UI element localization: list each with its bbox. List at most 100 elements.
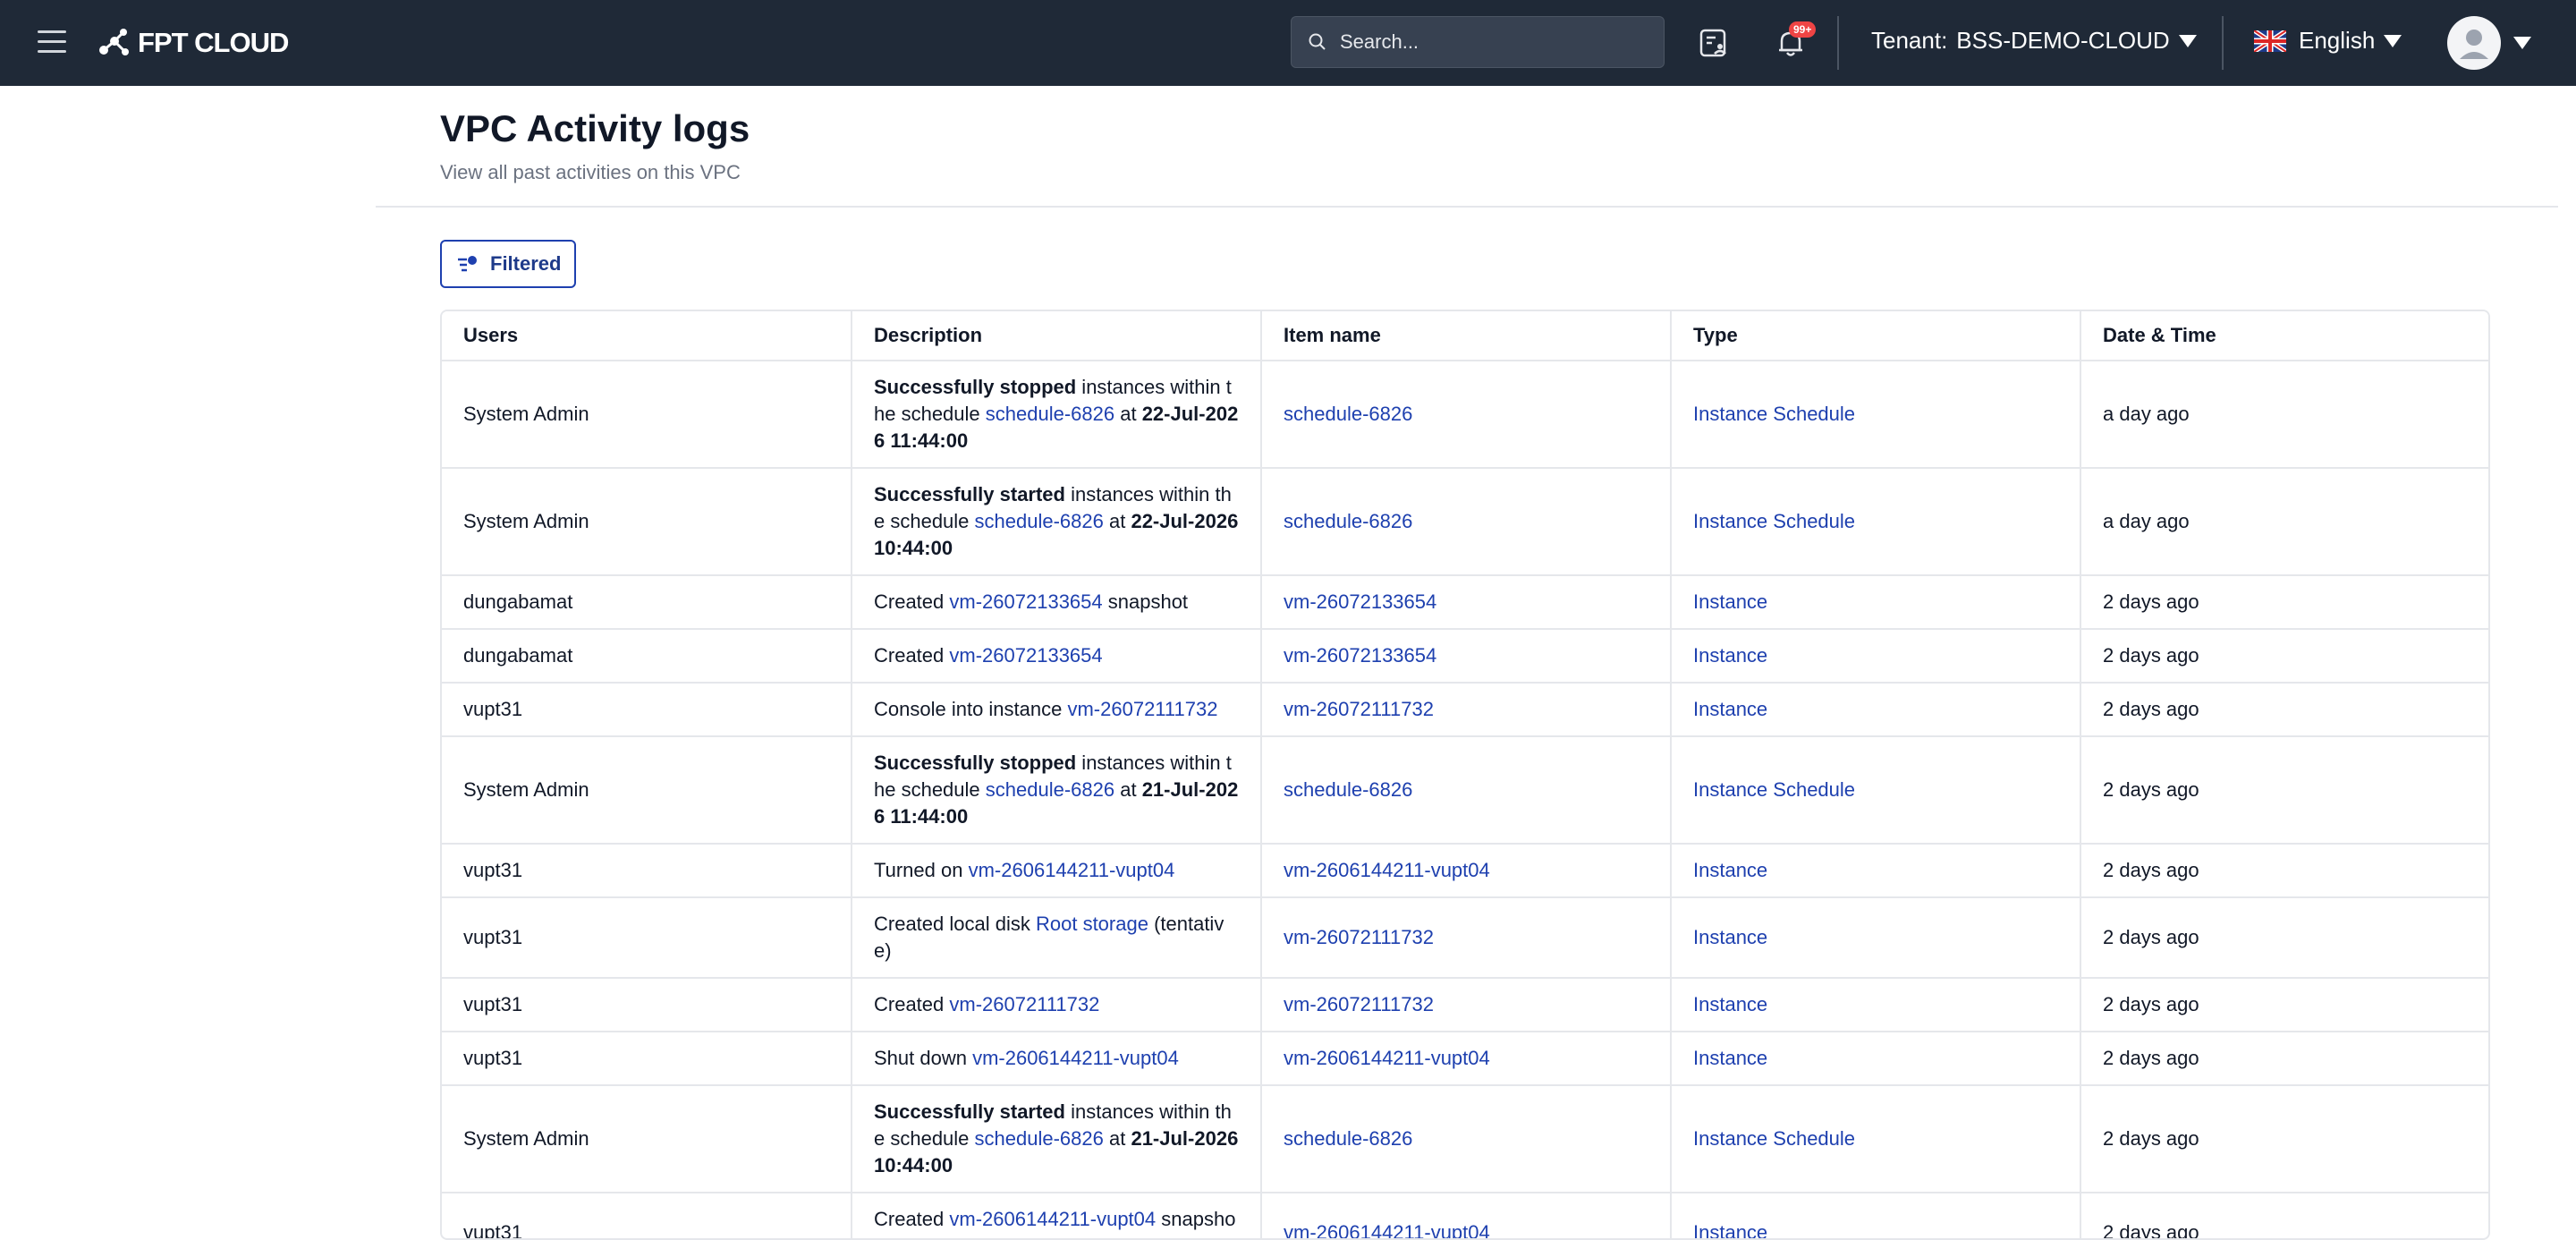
fpt-cloud-logo[interactable]: FPT CLOUD — [97, 23, 289, 63]
description-text: Created — [874, 993, 950, 1015]
description-link[interactable]: vm-26072111732 — [1067, 698, 1217, 720]
cell-item-name: vm-2606144211-vupt04 — [1261, 1193, 1672, 1238]
description-bold-text: Successfully started — [874, 483, 1065, 505]
uk-flag-icon — [2254, 30, 2286, 52]
item-name-link[interactable]: schedule-6826 — [1284, 510, 1412, 532]
description-link[interactable]: schedule-6826 — [975, 1127, 1104, 1150]
cell-description: Successfully stopped instances within th… — [852, 361, 1262, 469]
type-link[interactable]: Instance Schedule — [1693, 778, 1855, 801]
cell-date-time: 2 days ago — [2080, 1193, 2488, 1238]
cell-description: Successfully stopped instances within th… — [852, 736, 1262, 845]
description-link[interactable]: vm-26072133654 — [949, 644, 1102, 667]
search-input[interactable] — [1338, 30, 1646, 55]
item-name-link[interactable]: vm-26072133654 — [1284, 590, 1436, 613]
cell-date-time: 2 days ago — [2080, 1032, 2488, 1086]
cell-description: Created vm-26072111732 — [852, 978, 1262, 1032]
description-link[interactable]: schedule-6826 — [975, 510, 1104, 532]
user-avatar-icon — [2460, 30, 2488, 59]
cell-description: Created vm-2606144211-vupt04 snapshot — [852, 1193, 1262, 1238]
cell-user: dungabamat — [442, 629, 852, 684]
hamburger-menu-icon[interactable] — [38, 29, 68, 55]
caret-down-icon — [2513, 37, 2531, 49]
description-link[interactable]: vm-2606144211-vupt04 — [969, 859, 1175, 881]
description-link[interactable]: Root storage — [1036, 913, 1148, 935]
search-icon — [1309, 33, 1326, 50]
cell-item-name: vm-26072133654 — [1261, 575, 1672, 630]
cell-type: Instance — [1671, 1032, 2081, 1086]
cell-type: Instance — [1671, 897, 2081, 979]
search-box[interactable] — [1291, 16, 1665, 68]
description-link[interactable]: vm-26072133654 — [949, 590, 1102, 613]
type-link[interactable]: Instance — [1693, 590, 1767, 613]
cell-user: vupt31 — [442, 683, 852, 737]
user-menu[interactable] — [2447, 16, 2531, 70]
column-header-item-name[interactable]: Item name — [1261, 311, 1672, 361]
cell-user: vupt31 — [442, 1193, 852, 1238]
item-name-link[interactable]: schedule-6826 — [1284, 1127, 1412, 1150]
cell-description: Successfully started instances within th… — [852, 468, 1262, 576]
filter-button[interactable]: Filtered — [440, 240, 576, 288]
item-name-link[interactable]: vm-26072111732 — [1284, 993, 1434, 1015]
cell-type: Instance Schedule — [1671, 361, 2081, 469]
column-header-date-time[interactable]: Date & Time — [2080, 311, 2488, 361]
description-link[interactable]: schedule-6826 — [986, 778, 1114, 801]
description-bold-text: Successfully started — [874, 1100, 1065, 1123]
cell-user: System Admin — [442, 1085, 852, 1193]
description-text: Shut down — [874, 1047, 973, 1069]
cell-user: dungabamat — [442, 575, 852, 630]
cell-item-name: vm-2606144211-vupt04 — [1261, 844, 1672, 898]
description-text: Console into instance — [874, 698, 1068, 720]
type-link[interactable]: Instance Schedule — [1693, 510, 1855, 532]
type-link[interactable]: Instance — [1693, 644, 1767, 667]
description-text: Created local disk — [874, 913, 1036, 935]
cell-date-time: 2 days ago — [2080, 683, 2488, 737]
column-header-description[interactable]: Description — [852, 311, 1262, 361]
item-name-link[interactable]: vm-2606144211-vupt04 — [1284, 1047, 1490, 1069]
activity-log-button[interactable] — [1696, 25, 1732, 61]
type-link[interactable]: Instance — [1693, 926, 1767, 948]
column-header-type[interactable]: Type — [1671, 311, 2081, 361]
caret-down-icon — [2178, 34, 2197, 47]
cell-item-name: schedule-6826 — [1261, 361, 1672, 469]
type-link[interactable]: Instance — [1693, 1221, 1767, 1238]
type-link[interactable]: Instance — [1693, 698, 1767, 720]
cell-type: Instance Schedule — [1671, 1085, 2081, 1193]
tenant-selector[interactable]: Tenant: BSS-DEMO-CLOUD — [1871, 27, 2197, 55]
description-link[interactable]: schedule-6826 — [986, 403, 1114, 425]
tenant-value: BSS-DEMO-CLOUD — [1956, 27, 2170, 54]
type-link[interactable]: Instance — [1693, 993, 1767, 1015]
item-name-link[interactable]: vm-26072111732 — [1284, 926, 1434, 948]
cell-item-name: vm-26072111732 — [1261, 897, 1672, 979]
type-link[interactable]: Instance Schedule — [1693, 1127, 1855, 1150]
cell-item-name: vm-26072111732 — [1261, 683, 1672, 737]
item-name-link[interactable]: schedule-6826 — [1284, 403, 1412, 425]
item-name-link[interactable]: vm-2606144211-vupt04 — [1284, 859, 1490, 881]
caret-down-icon — [2384, 34, 2402, 47]
language-label: English — [2299, 27, 2376, 54]
type-link[interactable]: Instance — [1693, 859, 1767, 881]
item-name-link[interactable]: vm-2606144211-vupt04 — [1284, 1221, 1490, 1238]
description-link[interactable]: vm-26072111732 — [949, 993, 1099, 1015]
type-link[interactable]: Instance Schedule — [1693, 403, 1855, 425]
navbar-divider — [2222, 16, 2224, 70]
table-row: System Admin Successfully stopped instanc… — [442, 361, 2488, 469]
activity-logs-table: Users Description Item name Type Date & … — [440, 310, 2490, 1240]
item-name-link[interactable]: vm-26072111732 — [1284, 698, 1434, 720]
cell-type: Instance — [1671, 1193, 2081, 1238]
cell-date-time: 2 days ago — [2080, 629, 2488, 684]
notification-badge: 99+ — [1789, 21, 1817, 38]
type-link[interactable]: Instance — [1693, 1047, 1767, 1069]
cell-type: Instance — [1671, 844, 2081, 898]
language-selector[interactable]: English — [2254, 27, 2402, 55]
table-row: vupt31 Shut down vm-2606144211-vupt04 vm-2… — [442, 1032, 2488, 1086]
table-row: System Admin Successfully stopped instanc… — [442, 736, 2488, 845]
table-row: dungabamat Created vm-26072133654 vm-26072… — [442, 629, 2488, 684]
item-name-link[interactable]: vm-26072133654 — [1284, 644, 1436, 667]
item-name-link[interactable]: schedule-6826 — [1284, 778, 1412, 801]
description-link[interactable]: vm-2606144211-vupt04 — [972, 1047, 1179, 1069]
description-text: Created — [874, 590, 950, 613]
cell-type: Instance — [1671, 978, 2081, 1032]
table-row: dungabamat Created vm-26072133654 snapsho… — [442, 575, 2488, 630]
notifications-button[interactable]: 99+ — [1773, 21, 1817, 61]
column-header-users[interactable]: Users — [442, 311, 852, 361]
